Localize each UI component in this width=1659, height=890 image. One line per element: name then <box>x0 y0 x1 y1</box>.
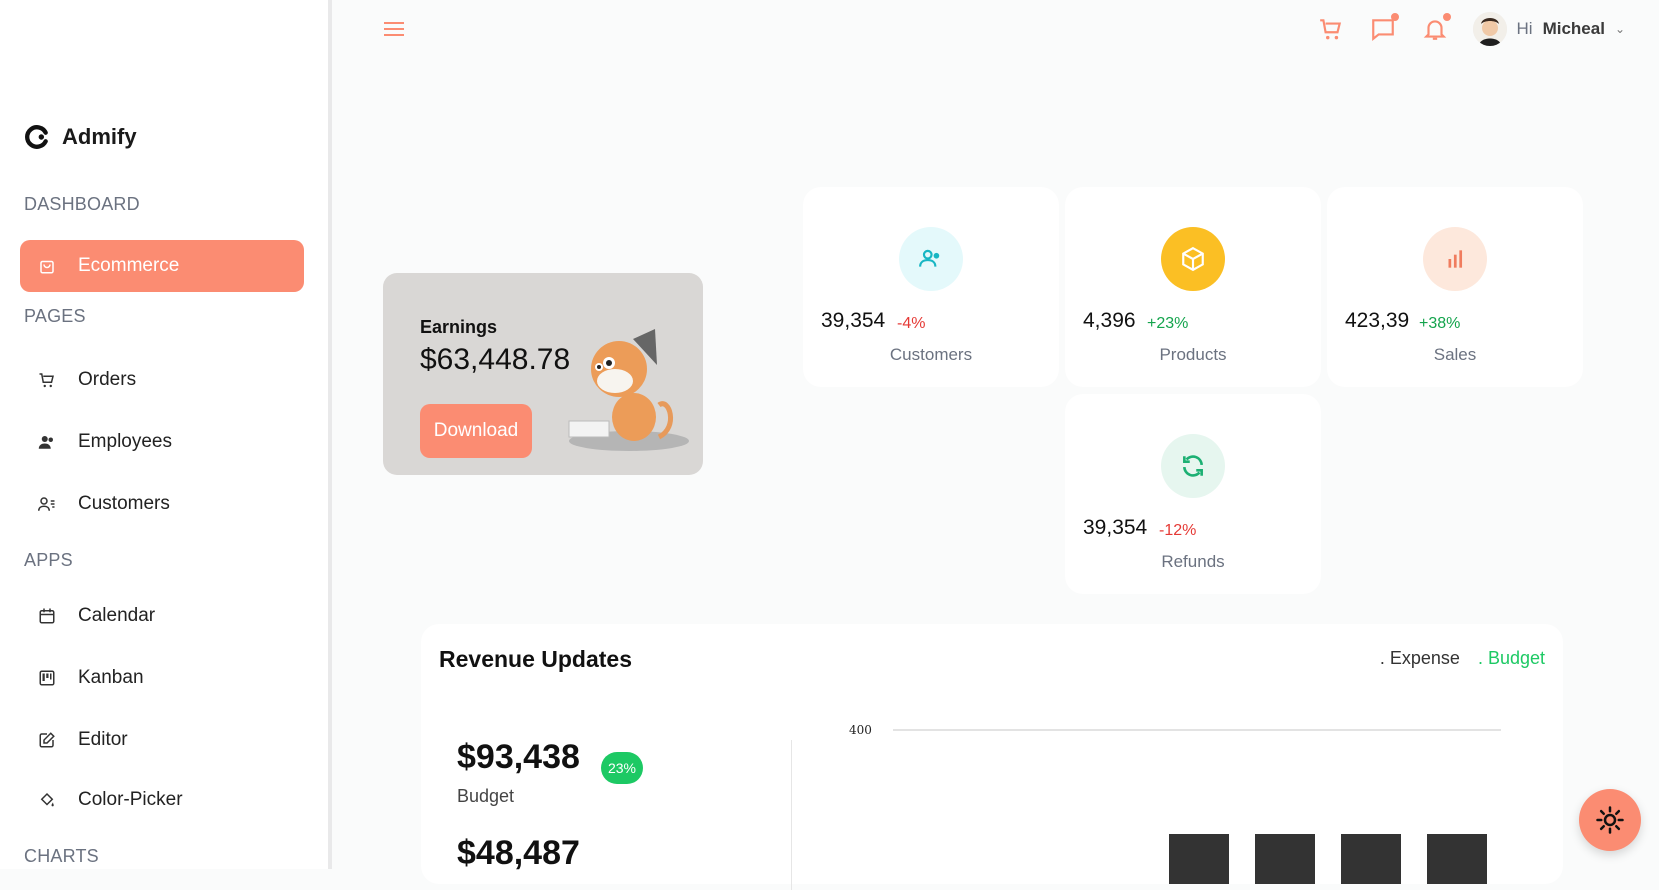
chevron-down-icon[interactable]: ⌄ <box>1615 22 1625 36</box>
download-button[interactable]: Download <box>420 404 532 458</box>
paint-bucket-icon <box>38 791 56 809</box>
box-icon <box>1161 227 1225 291</box>
sidebar-item-employees[interactable]: Employees <box>20 416 304 468</box>
menu-icon[interactable] <box>384 18 404 36</box>
chart-bar-c1 <box>1169 834 1229 884</box>
cart-icon[interactable] <box>1317 15 1345 43</box>
brand-logo[interactable]: Admify <box>24 124 137 150</box>
sidebar-item-label: Calendar <box>78 605 156 626</box>
chart-legend: . Expense . Budget <box>1380 648 1545 669</box>
sidebar: Admify DASHBOARD Ecommerce PAGES Orders … <box>0 0 328 869</box>
divider <box>791 740 792 890</box>
sidebar-item-ecommerce[interactable]: Ecommerce <box>20 240 304 292</box>
stat-value: 39,354 <box>821 309 886 332</box>
stat-card-sales: 423,39 +38% Sales <box>1327 187 1583 387</box>
earnings-label: Earnings <box>420 317 498 337</box>
notification-dot <box>1442 13 1451 21</box>
brand-icon <box>25 125 48 149</box>
budget-change-badge: 23% <box>601 752 643 784</box>
sidebar-item-color-picker[interactable]: Color-Picker <box>20 774 304 826</box>
avatar[interactable] <box>1472 12 1507 46</box>
chat-icon[interactable] <box>1369 13 1399 43</box>
sidebar-item-orders[interactable]: Orders <box>20 354 304 406</box>
sidebar-item-label: Customers <box>78 493 170 514</box>
topbar-actions: Hi Micheal ⌄ <box>1317 12 1625 46</box>
section-apps: APPS <box>24 550 73 570</box>
edit-icon <box>38 731 56 749</box>
sidebar-item-customers[interactable]: Customers <box>20 478 304 530</box>
user-list-icon <box>38 495 56 513</box>
stat-label: Sales <box>1433 345 1477 364</box>
stat-value: 39,354 <box>1083 516 1148 539</box>
sidebar-item-label: Color-Picker <box>78 789 183 810</box>
earnings-value: $63,448.78 <box>420 343 571 376</box>
bell-icon[interactable] <box>1421 13 1451 43</box>
sidebar-item-calendar[interactable]: Calendar <box>20 590 304 642</box>
chart-bar-c2 <box>1255 834 1315 884</box>
sidebar-item-label: Ecommerce <box>78 255 180 276</box>
revenue-chart: 400 <box>849 724 1501 884</box>
kanban-icon <box>38 669 56 687</box>
brand-name: Admify <box>62 124 137 149</box>
y-tick-label: 400 <box>849 724 872 737</box>
section-pages: PAGES <box>24 306 86 326</box>
refresh-icon <box>1161 434 1225 498</box>
section-charts: CHARTS <box>24 846 99 866</box>
user-name: Micheal <box>1542 19 1605 38</box>
expense-value: $48,487 <box>457 834 580 872</box>
stat-change: +38% <box>1419 315 1461 332</box>
bar-chart-icon <box>1423 227 1487 291</box>
sidebar-item-label: Kanban <box>78 667 144 688</box>
user-greeting: Hi <box>1516 19 1533 38</box>
users-icon <box>38 433 56 451</box>
revenue-title: Revenue Updates <box>439 646 633 672</box>
sidebar-item-label: Employees <box>78 431 172 452</box>
calendar-icon <box>38 607 56 625</box>
revenue-card: Revenue Updates . Expense . Budget $93,4… <box>421 624 1563 890</box>
section-dashboard: DASHBOARD <box>24 194 140 214</box>
sidebar-item-label: Orders <box>78 369 137 390</box>
sidebar-item-editor[interactable]: Editor <box>20 714 304 766</box>
settings-button[interactable] <box>1579 789 1641 851</box>
stat-change: +23% <box>1147 315 1189 332</box>
sidebar-item-label: Editor <box>78 729 128 750</box>
budget-label: Budget <box>457 786 515 806</box>
user-menu[interactable]: Hi Micheal ⌄ <box>1472 12 1625 46</box>
earnings-card: Earnings $63,448.78 Download <box>383 273 703 475</box>
stat-card-customers: 39,354 -4% Customers <box>803 187 1059 387</box>
cat-illustration <box>568 329 689 451</box>
chart-bar-c3 <box>1341 834 1401 884</box>
sidebar-scrollbar[interactable] <box>328 0 332 869</box>
budget-value: $93,438 <box>457 738 580 776</box>
cart-icon <box>38 371 56 389</box>
notification-dot <box>1390 13 1399 21</box>
sidebar-item-kanban[interactable]: Kanban <box>20 652 304 704</box>
users-icon <box>899 227 963 291</box>
stat-label: Refunds <box>1161 552 1225 571</box>
chart-bar-c4 <box>1427 834 1487 884</box>
bag-icon <box>38 257 56 275</box>
stat-value: 4,396 <box>1083 309 1136 332</box>
stat-value: 423,39 <box>1345 309 1410 332</box>
stat-label: Products <box>1159 345 1227 364</box>
stat-label: Customers <box>889 345 973 364</box>
stat-change: -12% <box>1159 522 1197 539</box>
stat-card-products: 4,396 +23% Products <box>1065 187 1321 387</box>
gear-icon <box>1596 806 1624 834</box>
stat-change: -4% <box>897 315 926 332</box>
stat-card-refunds: 39,354 -12% Refunds <box>1065 394 1321 594</box>
legend-expense: . Expense <box>1379 648 1460 668</box>
legend-budget: . Budget <box>1477 648 1545 668</box>
